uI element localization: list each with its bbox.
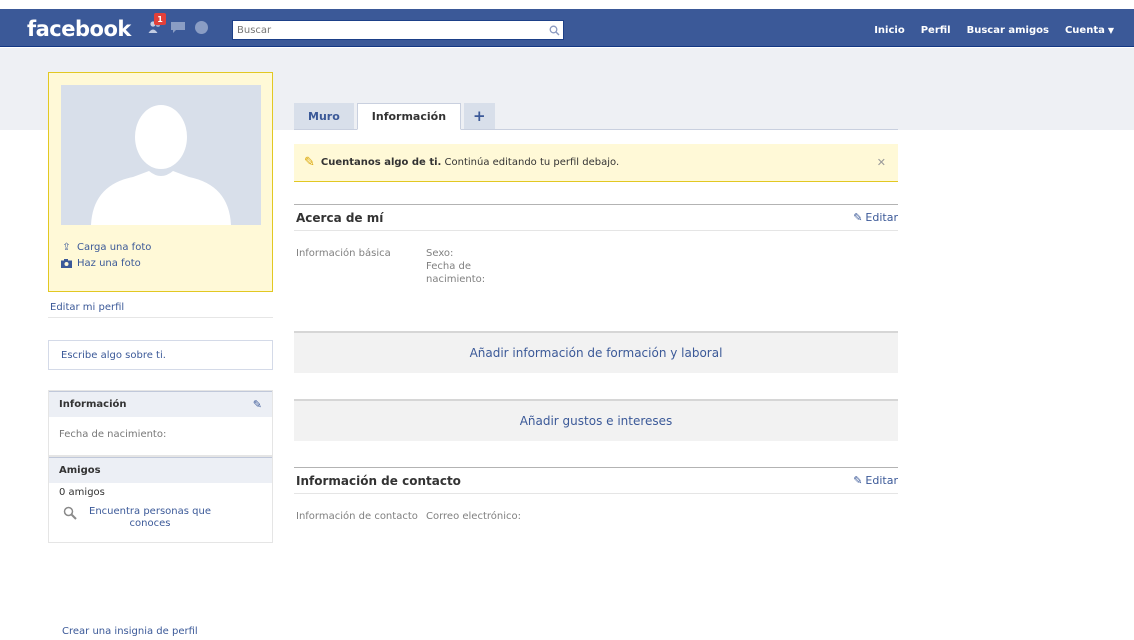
- nav-find-friends[interactable]: Buscar amigos: [967, 25, 1049, 36]
- take-photo-label: Haz una foto: [77, 257, 141, 269]
- create-badge-link[interactable]: Crear una insignia de perfil: [62, 626, 198, 637]
- upload-photo-label: Carga una foto: [77, 241, 152, 253]
- add-education-button[interactable]: Añadir información de formación y labora…: [294, 331, 898, 373]
- friend-requests-icon[interactable]: 1: [146, 13, 166, 36]
- contact-edit-link[interactable]: ✎ Editar: [853, 474, 898, 487]
- profile-tabs: Muro Información +: [294, 103, 898, 130]
- profile-notice: ✎ Cuentanos algo de ti. Continúa editand…: [294, 144, 898, 182]
- photo-actions: ⇪ Carga una foto Haz una foto: [61, 239, 260, 271]
- default-avatar[interactable]: [61, 85, 261, 225]
- upload-icon: ⇪: [62, 241, 71, 253]
- email-field: Correo electrónico:: [426, 511, 521, 522]
- messages-icon[interactable]: [169, 18, 187, 36]
- contact-edit-label: Editar: [865, 474, 898, 487]
- friends-box-header: Amigos: [49, 457, 272, 483]
- about-header: Acerca de mí ✎ Editar: [294, 205, 898, 231]
- pencil-icon[interactable]: ✎: [253, 398, 262, 411]
- notification-badge: 1: [154, 13, 166, 25]
- contact-label: Información de contacto: [296, 511, 418, 522]
- top-nav: Inicio Perfil Buscar amigos Cuenta ▼: [874, 20, 1114, 40]
- profile-photo-box: ⇪ Carga una foto Haz una foto: [48, 72, 273, 292]
- birthdate-field: Fecha de nacimiento:: [426, 261, 486, 285]
- search-box[interactable]: [232, 20, 564, 40]
- about-title: Acerca de mí: [296, 210, 384, 225]
- about-edit-link[interactable]: ✎ Editar: [853, 211, 898, 224]
- search-input[interactable]: [233, 21, 545, 39]
- take-photo-link[interactable]: Haz una foto: [61, 255, 260, 271]
- info-box: Información ✎ Fecha de nacimiento:: [48, 390, 273, 456]
- info-box-header: Información ✎: [49, 391, 272, 417]
- about-body: Información básica Sexo: Fecha de nacimi…: [294, 231, 898, 331]
- contact-header: Información de contacto ✎ Editar: [294, 468, 898, 494]
- tab-info[interactable]: Información: [356, 103, 462, 130]
- contact-section: Información de contacto ✎ Editar Informac…: [294, 467, 898, 523]
- add-tab-button[interactable]: +: [464, 103, 495, 129]
- pencil-icon: ✎: [853, 211, 863, 224]
- friends-box-title: Amigos: [59, 465, 101, 476]
- sex-field: Sexo:: [426, 248, 454, 259]
- notice-strong: Cuentanos algo de ti.: [320, 157, 442, 168]
- nav-home[interactable]: Inicio: [874, 25, 905, 36]
- nav-account-label: Cuenta: [1064, 24, 1105, 36]
- pencil-icon: ✎: [304, 155, 315, 170]
- add-interests-button[interactable]: Añadir gustos e intereses: [294, 399, 898, 441]
- about-fields: Sexo: Fecha de nacimiento:: [426, 247, 506, 331]
- search-icon[interactable]: [545, 21, 563, 39]
- nav-profile[interactable]: Perfil: [921, 25, 951, 36]
- close-icon[interactable]: ✕: [877, 156, 886, 169]
- edit-profile-link[interactable]: Editar mi perfil: [48, 298, 273, 318]
- upload-photo-link[interactable]: ⇪ Carga una foto: [61, 239, 260, 255]
- magnifier-icon: [63, 506, 77, 523]
- chevron-down-icon: ▼: [1107, 25, 1114, 35]
- globe-icon[interactable]: [192, 18, 210, 36]
- write-about-link[interactable]: Escribe algo sobre ti.: [48, 340, 273, 370]
- nav-account[interactable]: Cuenta ▼: [1065, 25, 1114, 36]
- notification-jewels: 1: [146, 13, 210, 38]
- friends-box: Amigos 0 amigos Encuentra personas que c…: [48, 456, 273, 543]
- info-box-title: Información: [59, 399, 127, 410]
- pencil-icon: ✎: [853, 474, 863, 487]
- friends-count: 0 amigos: [59, 487, 105, 498]
- find-people-link[interactable]: Encuentra personas que conoces: [49, 502, 272, 542]
- info-birthday: Fecha de nacimiento:: [59, 429, 167, 440]
- contact-body: Información de contacto Correo electróni…: [294, 494, 898, 523]
- notice-message: ✎ Cuentanos algo de ti. Continúa editand…: [304, 155, 619, 170]
- camera-icon: [61, 258, 72, 269]
- left-column: ⇪ Carga una foto Haz una foto Editar mi …: [48, 72, 273, 543]
- find-people-label: Encuentra personas que conoces: [89, 506, 211, 529]
- about-section: Acerca de mí ✎ Editar Información básica …: [294, 204, 898, 331]
- notice-text: Continúa editando tu perfil debajo.: [444, 157, 620, 168]
- about-label: Información básica: [296, 248, 391, 259]
- tab-wall[interactable]: Muro: [294, 103, 354, 129]
- top-bar: facebook 1 Inicio Perfil Buscar amigos C…: [0, 0, 1134, 50]
- main-column: Muro Información + ✎ Cuentanos algo de t…: [294, 103, 898, 523]
- about-edit-label: Editar: [865, 211, 898, 224]
- facebook-logo[interactable]: facebook: [27, 17, 131, 41]
- contact-title: Información de contacto: [296, 473, 461, 488]
